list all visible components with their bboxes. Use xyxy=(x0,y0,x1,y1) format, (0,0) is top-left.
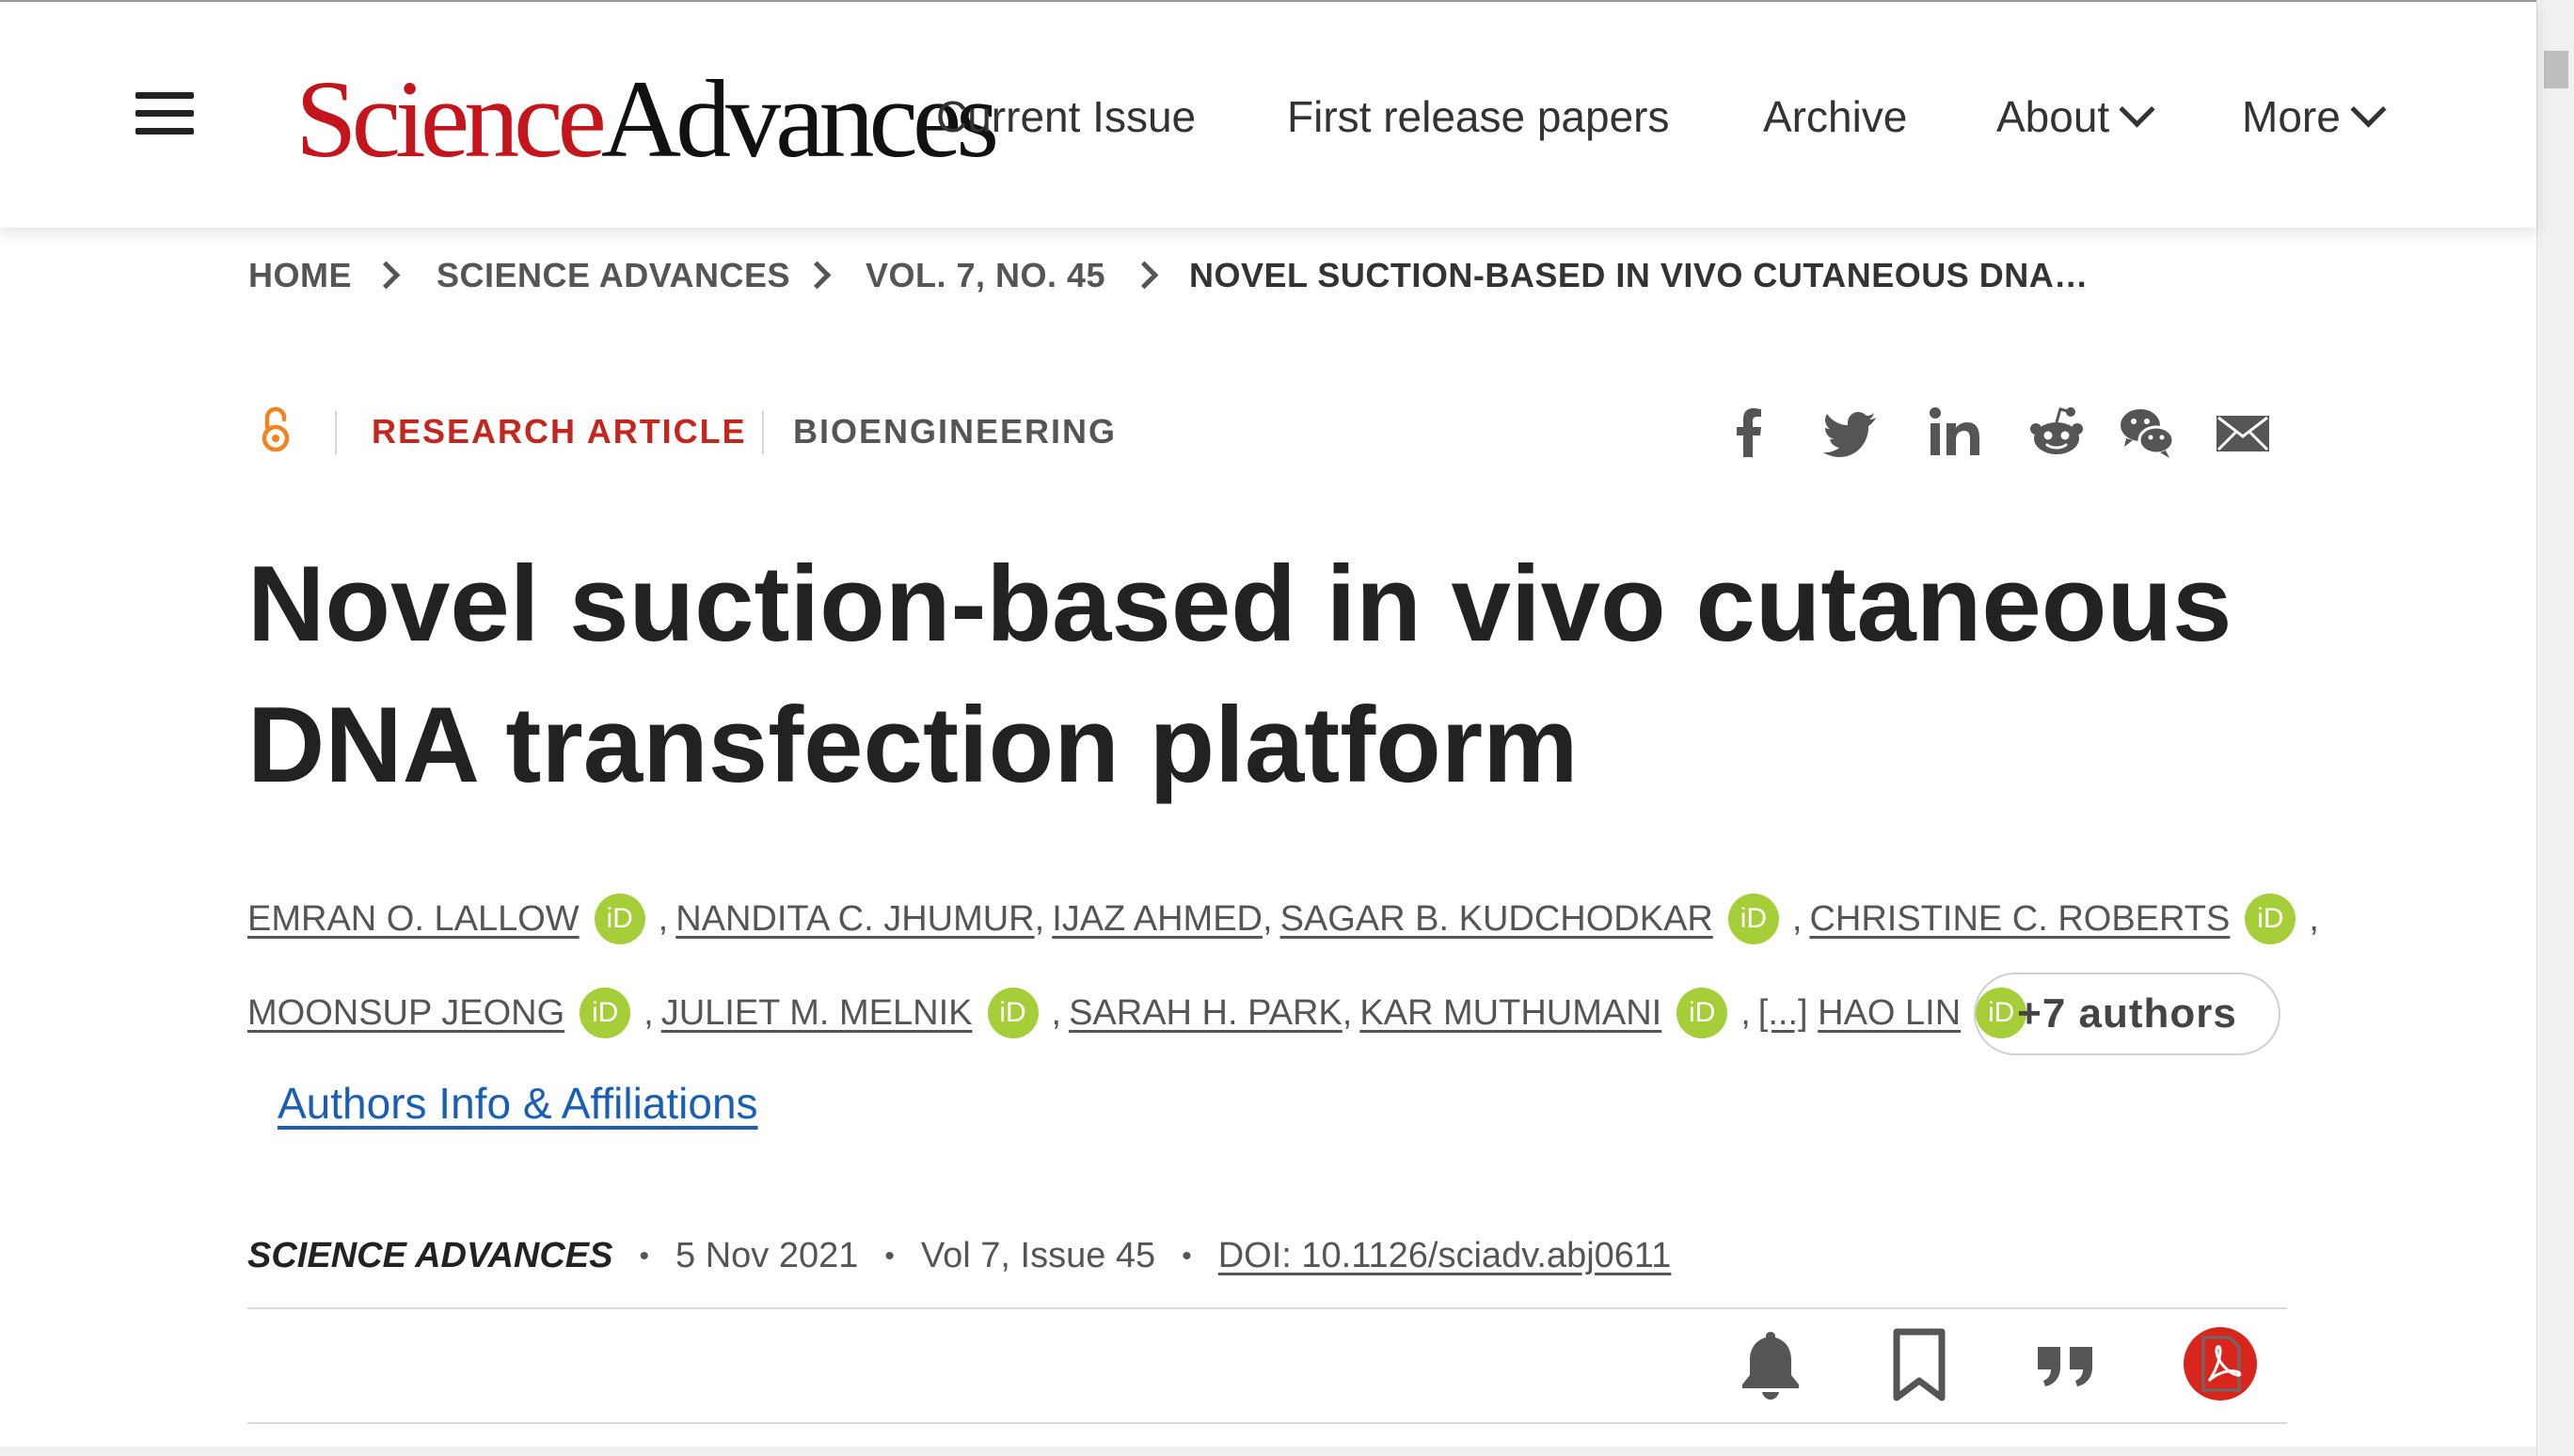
divider xyxy=(335,411,337,454)
nav-about-label: About xyxy=(1996,92,2110,141)
site-logo[interactable]: ScienceAdvances xyxy=(295,57,999,181)
nav-more-label: More xyxy=(2242,92,2341,141)
logo-science: Science xyxy=(295,57,607,181)
title-line-2: DNA transfection platform xyxy=(247,686,1579,805)
linkedin-icon[interactable] xyxy=(1927,404,1983,461)
author-link[interactable]: HAO LIN xyxy=(1818,993,1961,1034)
separator-dot: • xyxy=(1182,1240,1192,1272)
author-list-line-2: MOONSUP JEONG iD, JULIET M. MELNIK iD, S… xyxy=(247,988,2040,1038)
orcid-icon[interactable]: iD xyxy=(1676,988,1728,1038)
author-link[interactable]: JULIET M. MELNIK xyxy=(661,993,973,1034)
open-access-icon xyxy=(262,406,290,452)
author-link[interactable]: SARAH H. PARK xyxy=(1069,993,1343,1034)
facebook-icon[interactable] xyxy=(1722,404,1778,461)
pdf-icon[interactable] xyxy=(2183,1326,2258,1401)
chevron-down-icon xyxy=(2350,91,2387,128)
more-authors-button[interactable]: +7 authors xyxy=(1974,973,2280,1055)
scrollbar-thumb[interactable] xyxy=(2544,51,2568,88)
nav-first-release-papers[interactable]: First release papers xyxy=(1287,91,1670,142)
breadcrumb-issue[interactable]: VOL. 7, NO. 45 xyxy=(866,256,1105,295)
logo-advances: Advances xyxy=(600,57,999,181)
wechat-icon[interactable] xyxy=(2119,404,2175,461)
article-type[interactable]: RESEARCH ARTICLE xyxy=(372,412,747,451)
chevron-right-icon xyxy=(372,261,401,290)
orcid-icon[interactable]: iD xyxy=(594,894,645,944)
bookmark-icon[interactable] xyxy=(1882,1326,1957,1401)
separator-dot: • xyxy=(639,1240,650,1272)
separator-dot: • xyxy=(884,1240,895,1272)
author-link[interactable]: MOONSUP JEONG xyxy=(247,993,564,1034)
authors-affiliations-link[interactable]: Authors Info & Affiliations xyxy=(278,1078,758,1129)
title-line-1: Novel suction-based in vivo cutaneous xyxy=(247,545,2232,664)
divider xyxy=(762,411,764,454)
author-link[interactable]: CHRISTINE C. ROBERTS xyxy=(1809,899,2230,940)
author-list-line-1: EMRAN O. LALLOW iD, NANDITA C. JHUMUR, I… xyxy=(247,894,2327,944)
author-link[interactable]: EMRAN O. LALLOW xyxy=(247,899,580,940)
author-link[interactable]: NANDITA C. JHUMUR xyxy=(675,899,1034,940)
orcid-icon[interactable]: iD xyxy=(1727,894,1779,944)
volume-issue[interactable]: Vol 7, Issue 45 xyxy=(921,1236,1155,1276)
journal-name[interactable]: SCIENCE ADVANCES xyxy=(247,1236,613,1276)
authors-ellipsis[interactable]: [...] xyxy=(1758,993,1808,1034)
doi-link[interactable]: DOI: 10.1126/sciadv.abj0611 xyxy=(1218,1236,1672,1276)
divider xyxy=(247,1307,2287,1309)
vertical-scrollbar[interactable] xyxy=(2536,0,2574,1456)
article-subject[interactable]: BIOENGINEERING xyxy=(793,412,1117,451)
chevron-down-icon xyxy=(2119,91,2155,128)
article-title: Novel suction-based in vivo cutaneous DNA… xyxy=(247,534,2317,816)
nav-current-issue[interactable]: Current Issue xyxy=(936,91,1196,142)
publication-date: 5 Nov 2021 xyxy=(675,1236,859,1275)
site-header: ScienceAdvances Current Issue First rele… xyxy=(0,0,2536,228)
chevron-right-icon xyxy=(1130,261,1159,290)
divider xyxy=(247,1422,2287,1424)
chevron-right-icon xyxy=(802,261,832,290)
email-icon[interactable] xyxy=(2215,404,2271,461)
orcid-icon[interactable]: iD xyxy=(2245,894,2296,944)
menu-icon[interactable] xyxy=(135,92,194,135)
twitter-icon[interactable] xyxy=(1823,404,1880,461)
breadcrumb-journal[interactable]: SCIENCE ADVANCES xyxy=(437,256,790,295)
article-meta: SCIENCE ADVANCES • 5 Nov 2021 • Vol 7, I… xyxy=(247,1236,1671,1276)
orcid-icon[interactable]: iD xyxy=(987,988,1039,1038)
author-link[interactable]: SAGAR B. KUDCHODKAR xyxy=(1280,899,1713,940)
nav-about[interactable]: About xyxy=(1996,91,2155,142)
author-link[interactable]: IJAZ AHMED xyxy=(1052,899,1263,940)
bell-icon[interactable] xyxy=(1733,1326,1808,1401)
orcid-icon[interactable]: iD xyxy=(580,988,631,1038)
breadcrumb-current: NOVEL SUCTION-BASED IN VIVO CUTANEOUS DN… xyxy=(1189,256,2089,294)
quote-icon[interactable] xyxy=(2028,1326,2104,1401)
nav-more[interactable]: More xyxy=(2242,91,2387,142)
horizontal-scrollbar[interactable] xyxy=(0,1447,2536,1456)
author-link[interactable]: KAR MUTHUMANI xyxy=(1359,993,1661,1034)
nav-archive[interactable]: Archive xyxy=(1763,91,1907,142)
reddit-icon[interactable] xyxy=(2028,404,2085,461)
breadcrumb-home[interactable]: HOME xyxy=(248,256,352,295)
